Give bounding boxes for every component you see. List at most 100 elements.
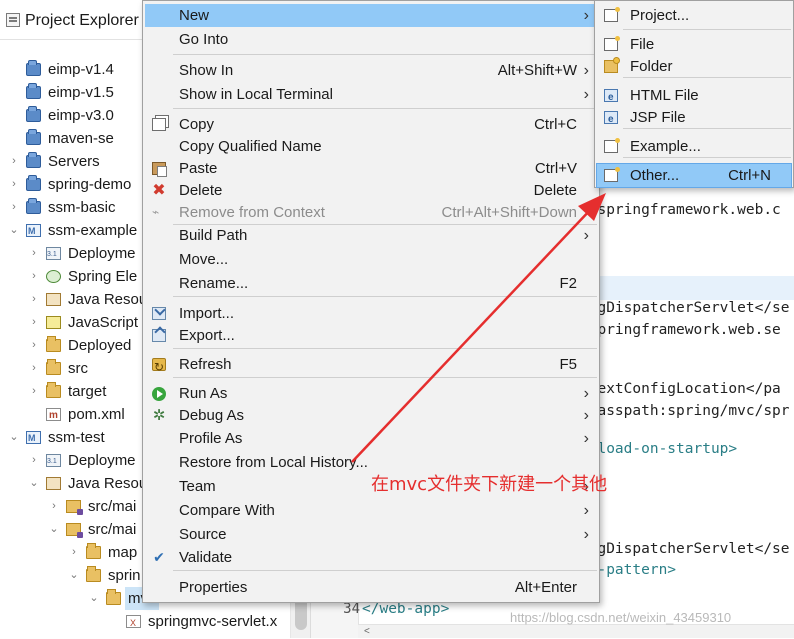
menu-item-label: Go Into bbox=[179, 31, 229, 48]
menu-item-refresh[interactable]: Refresh F5 bbox=[145, 353, 597, 379]
menu-item-validate[interactable]: ✔ Validate bbox=[145, 546, 597, 569]
expanded-chevron-icon[interactable]: ⌄ bbox=[8, 426, 20, 449]
export-icon bbox=[152, 329, 166, 342]
scroll-left-icon[interactable]: < bbox=[364, 625, 370, 639]
remove-context-icon: ⌁ bbox=[152, 205, 160, 219]
code-line[interactable]: .springframework.web.se bbox=[580, 319, 781, 341]
spring-elements-icon bbox=[46, 270, 61, 283]
new-submenu-item-folder[interactable]: Folder bbox=[597, 55, 791, 78]
menu-item-new[interactable]: New › bbox=[145, 4, 597, 27]
menu-item-shortcut: Alt+Enter bbox=[514, 579, 577, 596]
tree-item-label: Deployme bbox=[68, 452, 136, 469]
collapsed-chevron-icon[interactable]: › bbox=[28, 242, 40, 265]
collapsed-chevron-icon[interactable]: › bbox=[8, 150, 20, 173]
menu-item-label: Rename... bbox=[179, 275, 249, 292]
code-line[interactable]: g.springframework.web.c bbox=[580, 199, 781, 221]
menu-item-run-as[interactable]: Run As › bbox=[145, 382, 597, 405]
tree-item-label: map bbox=[108, 544, 138, 561]
collapsed-chevron-icon[interactable]: › bbox=[28, 449, 40, 472]
menu-item-label: Compare With bbox=[179, 502, 275, 519]
collapsed-chevron-icon[interactable]: › bbox=[48, 495, 60, 518]
menu-separator bbox=[173, 377, 597, 378]
menu-item-properties[interactable]: Properties Alt+Enter bbox=[145, 576, 597, 599]
menu-item-import[interactable]: Import... bbox=[145, 302, 597, 325]
annotation-text: 在mvc文件夹下新建一个其他 bbox=[371, 474, 608, 495]
project-explorer-icon bbox=[6, 13, 20, 27]
submenu-arrow-icon: › bbox=[583, 62, 589, 79]
expanded-chevron-icon[interactable]: ⌄ bbox=[8, 219, 20, 242]
tree-item[interactable]: springmvc-servlet.x bbox=[0, 610, 290, 635]
collapsed-chevron-icon[interactable]: › bbox=[8, 196, 20, 219]
collapsed-chevron-icon[interactable]: › bbox=[28, 288, 40, 311]
menu-item-label: Copy bbox=[179, 116, 215, 133]
menu-item-copy-qualified-name[interactable]: Copy Qualified Name bbox=[145, 135, 597, 158]
collapsed-chevron-icon[interactable]: › bbox=[28, 311, 40, 334]
submenu-arrow-icon: › bbox=[583, 430, 589, 447]
menu-item-build-path[interactable]: Build Path › bbox=[145, 224, 597, 247]
menu-item-label: Show In bbox=[179, 62, 234, 79]
code-line[interactable]: ingDispatcherServlet</se bbox=[580, 297, 790, 319]
menu-item-debug-as[interactable]: ✲ Debug As › bbox=[145, 404, 597, 427]
collapsed-chevron-icon[interactable]: › bbox=[28, 334, 40, 357]
menu-item-go-into[interactable]: Go Into bbox=[145, 28, 597, 51]
new-submenu-item-project[interactable]: Project... bbox=[597, 4, 791, 27]
menu-item-label: Debug As bbox=[179, 407, 245, 424]
submenu-item-label: Example... bbox=[630, 138, 701, 155]
menu-item-profile-as[interactable]: Profile As › bbox=[145, 427, 597, 450]
menu-item-compare-with[interactable]: Compare With › bbox=[145, 499, 597, 522]
menu-item-copy[interactable]: Copy Ctrl+C bbox=[145, 113, 597, 136]
xml-file-icon bbox=[126, 612, 141, 635]
menu-item-label: Profile As bbox=[179, 430, 243, 447]
code-line[interactable]: </load-on-startup> bbox=[580, 438, 737, 460]
menu-item-move[interactable]: Move... bbox=[145, 248, 597, 271]
menu-item-remove-from-context[interactable]: ⌁ Remove from Context Ctrl+Alt+Shift+Down bbox=[145, 201, 597, 224]
tree-item-label: eimp-v3.0 bbox=[48, 107, 114, 124]
folder-icon bbox=[106, 589, 121, 605]
tree-item-label: eimp-v1.5 bbox=[48, 84, 114, 101]
tree-item-label: Java Resou bbox=[68, 291, 148, 308]
menu-item-label: Restore from Local History... bbox=[179, 454, 368, 471]
menu-item-source[interactable]: Source › bbox=[145, 523, 597, 546]
code-line[interactable]: ingDispatcherServlet</se bbox=[580, 538, 790, 560]
tree-item-label: pom.xml bbox=[68, 406, 125, 423]
new-submenu-item-html-file[interactable]: HTML File bbox=[597, 84, 791, 109]
tree-item-label: target bbox=[68, 383, 107, 400]
expanded-chevron-icon[interactable]: ⌄ bbox=[28, 472, 40, 495]
submenu-item-label: Folder bbox=[630, 58, 673, 75]
menu-item-export[interactable]: Export... bbox=[145, 324, 597, 347]
expanded-chevron-icon[interactable]: ⌄ bbox=[68, 564, 80, 587]
menu-item-show-in[interactable]: Show In Alt+Shift+W › bbox=[145, 59, 597, 82]
collapsed-chevron-icon[interactable]: › bbox=[28, 380, 40, 403]
menu-item-paste[interactable]: Paste Ctrl+V bbox=[145, 157, 597, 180]
editor-horizontal-scrollbar[interactable]: < bbox=[358, 624, 794, 638]
new-submenu-item-jsp-file[interactable]: JSP File bbox=[597, 106, 791, 131]
menu-item-delete[interactable]: ✖ Delete Delete bbox=[145, 179, 597, 202]
menu-item-shortcut: Ctrl+Alt+Shift+Down bbox=[441, 204, 577, 221]
submenu-item-label: Other... bbox=[630, 167, 680, 184]
source-folder-icon bbox=[66, 523, 83, 538]
tree-item-label: Deployed bbox=[68, 337, 132, 354]
collapsed-chevron-icon[interactable]: › bbox=[28, 265, 40, 288]
expanded-chevron-icon[interactable]: ⌄ bbox=[48, 518, 60, 541]
tree-item-label: ssm-test bbox=[48, 429, 105, 446]
submenu-item-label: Project... bbox=[630, 7, 690, 24]
tree-item-label: Java Resou bbox=[68, 475, 148, 492]
menu-item-label: New bbox=[179, 7, 210, 24]
jsp-file-icon bbox=[604, 108, 618, 131]
copy-icon bbox=[152, 118, 166, 131]
menu-item-rename[interactable]: Rename... F2 bbox=[145, 272, 597, 295]
new-submenu-item-other[interactable]: Other... Ctrl+N bbox=[596, 163, 792, 188]
collapsed-chevron-icon[interactable]: › bbox=[8, 173, 20, 196]
code-line[interactable]: classpath:spring/mvc/spr bbox=[580, 400, 790, 422]
code-line[interactable]: ntextConfigLocation</pa bbox=[580, 378, 781, 400]
new-submenu-item-example[interactable]: Example... bbox=[597, 135, 791, 158]
expanded-chevron-icon[interactable]: ⌄ bbox=[88, 587, 100, 610]
collapsed-chevron-icon[interactable]: › bbox=[68, 541, 80, 564]
collapsed-chevron-icon[interactable]: › bbox=[28, 357, 40, 380]
new-submenu-item-file[interactable]: File bbox=[597, 33, 791, 56]
deployment-descriptor-icon bbox=[46, 243, 61, 266]
javascript-resources-icon bbox=[46, 316, 61, 329]
folder-icon bbox=[46, 359, 61, 375]
menu-item-show-in-local-terminal[interactable]: Show in Local Terminal › bbox=[145, 83, 597, 106]
menu-item-label: Show in Local Terminal bbox=[179, 86, 333, 103]
